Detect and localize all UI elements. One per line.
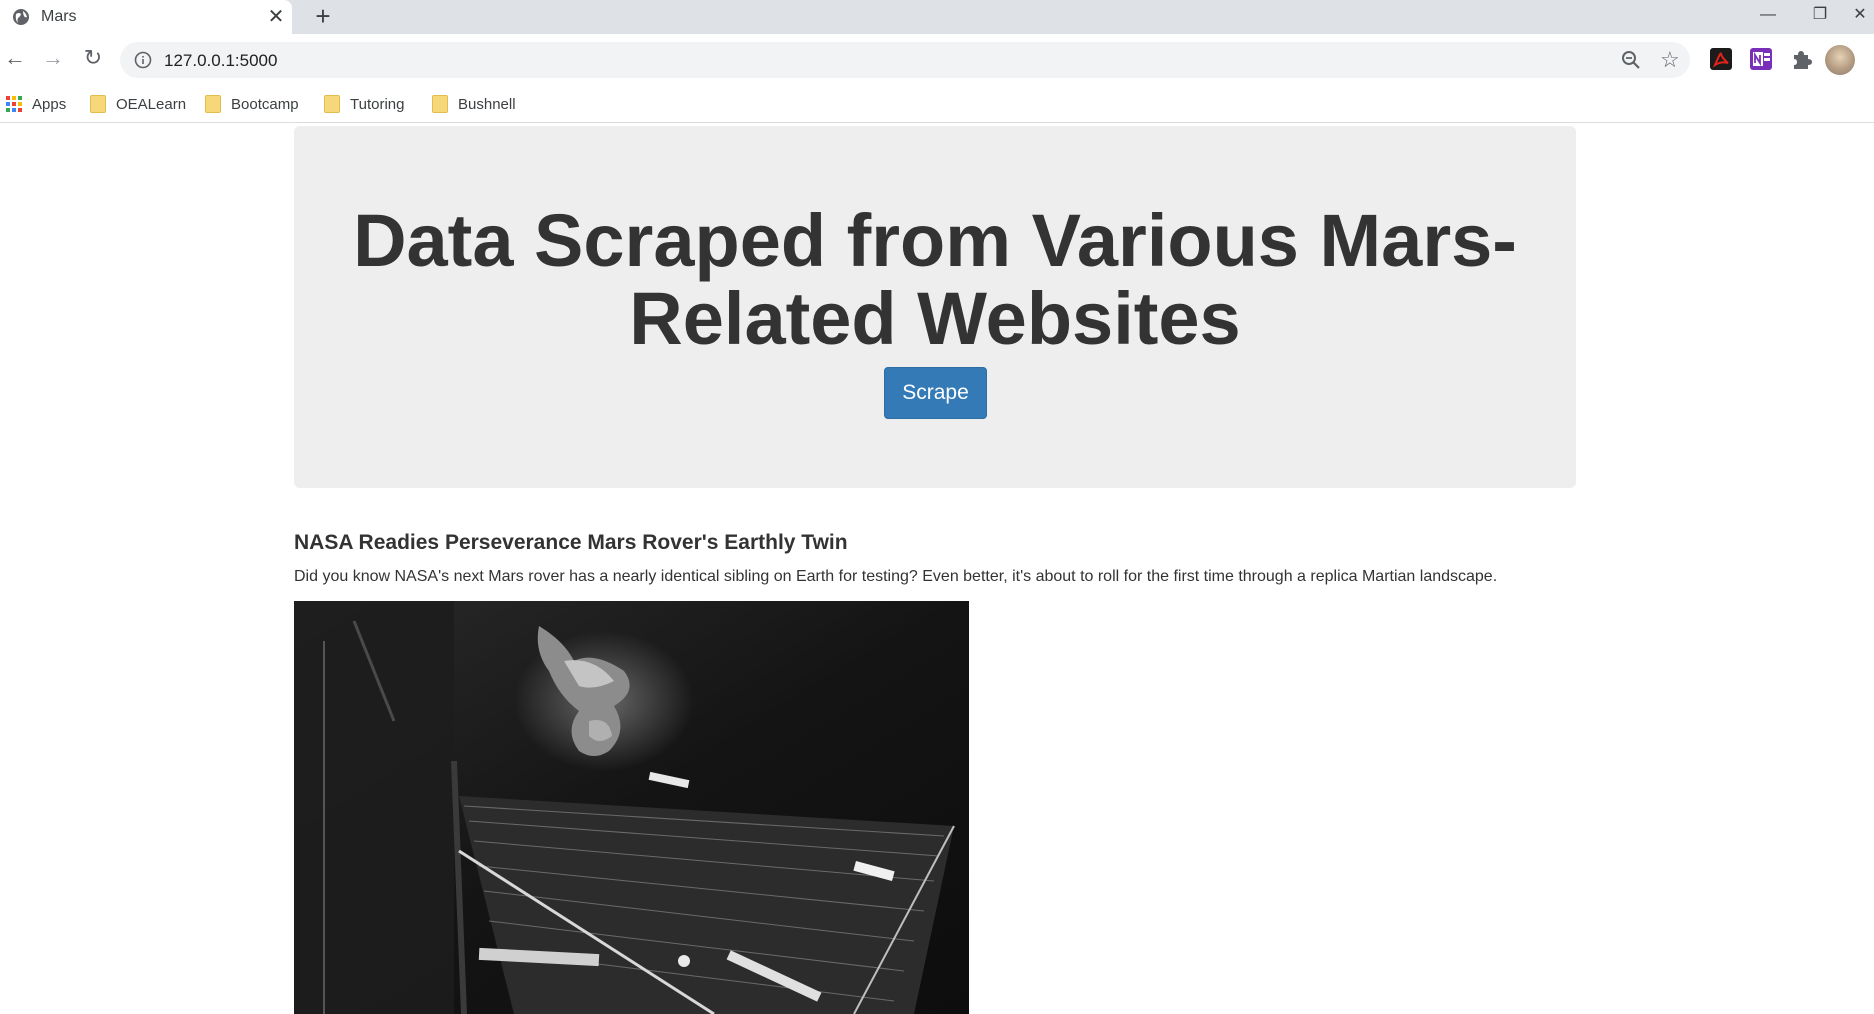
acrobat-extension-icon[interactable] (1707, 45, 1735, 73)
bookmark-label: Bootcamp (231, 95, 299, 113)
bookmark-apps[interactable]: Apps (6, 94, 66, 114)
close-window-icon[interactable]: ✕ (1846, 2, 1874, 28)
new-tab-button[interactable]: + (310, 3, 336, 30)
bookmark-label: OEALearn (116, 95, 187, 113)
space-image (294, 601, 969, 1014)
tab-strip: Mars ✕ + — ❐ ✕ (0, 0, 1874, 34)
bookmarks-bar: Apps OEALearn Bootcamp Tutoring Bushnell (0, 86, 1874, 120)
bookmark-oealearn[interactable]: OEALearn (90, 94, 186, 114)
bookmark-bushnell[interactable]: Bushnell (432, 94, 516, 114)
bookmark-bootcamp[interactable]: Bootcamp (205, 94, 299, 114)
info-icon[interactable] (134, 51, 152, 69)
bookmark-label: Tutoring (350, 95, 405, 113)
jumbotron: Data Scraped from Various Mars-Related W… (294, 126, 1576, 488)
restore-icon[interactable]: ❐ (1800, 2, 1840, 28)
onenote-extension-icon[interactable] (1747, 45, 1775, 73)
zoom-out-icon[interactable] (1620, 49, 1642, 71)
news-paragraph: Did you know NASA's next Mars rover has … (294, 568, 1498, 585)
folder-icon (432, 95, 448, 113)
tab-title: Mars (41, 8, 77, 25)
bookmark-star-icon[interactable]: ☆ (1660, 47, 1680, 73)
folder-icon (205, 95, 221, 113)
folder-icon (324, 95, 340, 113)
scrape-button[interactable]: Scrape (884, 367, 987, 419)
globe-icon (13, 9, 29, 25)
folder-icon (90, 95, 106, 113)
bookmark-label: Bushnell (458, 95, 516, 113)
toolbar-divider (0, 122, 1874, 123)
back-icon[interactable]: ← (0, 43, 30, 73)
puzzle-extensions-icon[interactable] (1787, 45, 1815, 73)
bookmark-label: Apps (32, 95, 67, 113)
featured-space-image (294, 601, 969, 1014)
forward-icon[interactable]: → (38, 43, 68, 73)
bookmark-tutoring[interactable]: Tutoring (324, 94, 404, 114)
page-title: Data Scraped from Various Mars-Related W… (353, 199, 1517, 360)
address-bar[interactable]: 127.0.0.1:5000 ☆ (120, 42, 1690, 78)
profile-avatar[interactable] (1825, 45, 1855, 75)
url-text[interactable]: 127.0.0.1:5000 (164, 51, 277, 71)
close-tab-icon[interactable]: ✕ (264, 5, 288, 29)
reload-icon[interactable]: ↻ (78, 43, 108, 73)
browser-toolbar: ← → ↻ 127.0.0.1:5000 ☆ Apps OEALearn Boo… (0, 34, 1874, 120)
news-title: NASA Readies Perseverance Mars Rover's E… (294, 531, 848, 554)
browser-tab[interactable]: Mars ✕ (0, 0, 292, 34)
minimize-icon[interactable]: — (1748, 2, 1788, 28)
apps-grid-icon (6, 96, 22, 112)
